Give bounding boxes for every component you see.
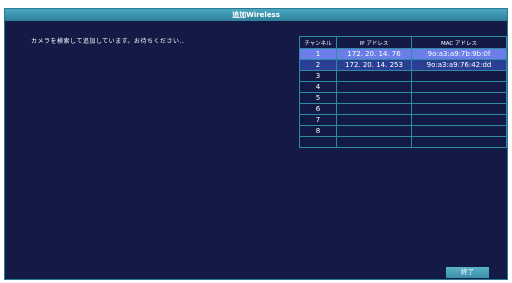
table-row[interactable]: 4 bbox=[299, 81, 507, 93]
add-wireless-dialog: 追加Wireless カメラを検索して追加しています。お待ちください.. チャン… bbox=[4, 8, 508, 280]
mac-cell bbox=[411, 136, 507, 148]
channel-cell: 7 bbox=[299, 114, 337, 126]
table-row[interactable]: 7 bbox=[299, 114, 507, 126]
table-header-row: チャンネル IP アドレス MAC アドレス bbox=[299, 36, 507, 49]
camera-list-table: チャンネル IP アドレス MAC アドレス 1 172. 20. 14. 76… bbox=[299, 36, 507, 148]
table-row[interactable]: 8 bbox=[299, 125, 507, 137]
table-row[interactable]: 6 bbox=[299, 103, 507, 115]
ip-cell bbox=[336, 70, 412, 82]
dialog-title: 追加Wireless bbox=[5, 9, 507, 21]
column-header-ip[interactable]: IP アドレス bbox=[336, 36, 412, 49]
table-row[interactable]: 1 172. 20. 14. 76 9o:a3:a9:7b:9b:0f bbox=[299, 48, 507, 60]
mac-cell: 9o:a3:a9:7b:9b:0f bbox=[411, 48, 507, 60]
column-header-channel[interactable]: チャンネル bbox=[299, 36, 337, 49]
mac-cell bbox=[411, 114, 507, 126]
mac-cell bbox=[411, 125, 507, 137]
table-row[interactable]: 5 bbox=[299, 92, 507, 104]
mac-cell bbox=[411, 70, 507, 82]
channel-cell: 3 bbox=[299, 70, 337, 82]
ip-cell bbox=[336, 136, 412, 148]
ip-cell bbox=[336, 103, 412, 115]
ip-cell: 172. 20. 14. 76 bbox=[336, 48, 412, 60]
channel-cell: 8 bbox=[299, 125, 337, 137]
channel-cell: 6 bbox=[299, 103, 337, 115]
ip-cell bbox=[336, 81, 412, 93]
mac-cell bbox=[411, 92, 507, 104]
channel-cell: 4 bbox=[299, 81, 337, 93]
channel-cell: 2 bbox=[299, 59, 337, 71]
ip-cell bbox=[336, 114, 412, 126]
table-row[interactable] bbox=[299, 136, 507, 148]
mac-cell: 9o:a3:a9:76:42:dd bbox=[411, 59, 507, 71]
ip-cell bbox=[336, 125, 412, 137]
finish-button[interactable]: 終了 bbox=[446, 267, 489, 278]
ip-cell: 172. 20. 14. 253 bbox=[336, 59, 412, 71]
channel-cell: 1 bbox=[299, 48, 337, 60]
channel-cell bbox=[299, 136, 337, 148]
table-row[interactable]: 3 bbox=[299, 70, 507, 82]
ip-cell bbox=[336, 92, 412, 104]
column-header-mac[interactable]: MAC アドレス bbox=[411, 36, 507, 49]
mac-cell bbox=[411, 103, 507, 115]
search-status-text: カメラを検索して追加しています。お待ちください.. bbox=[31, 38, 185, 45]
table-row[interactable]: 2 172. 20. 14. 253 9o:a3:a9:76:42:dd bbox=[299, 59, 507, 71]
channel-cell: 5 bbox=[299, 92, 337, 104]
mac-cell bbox=[411, 81, 507, 93]
